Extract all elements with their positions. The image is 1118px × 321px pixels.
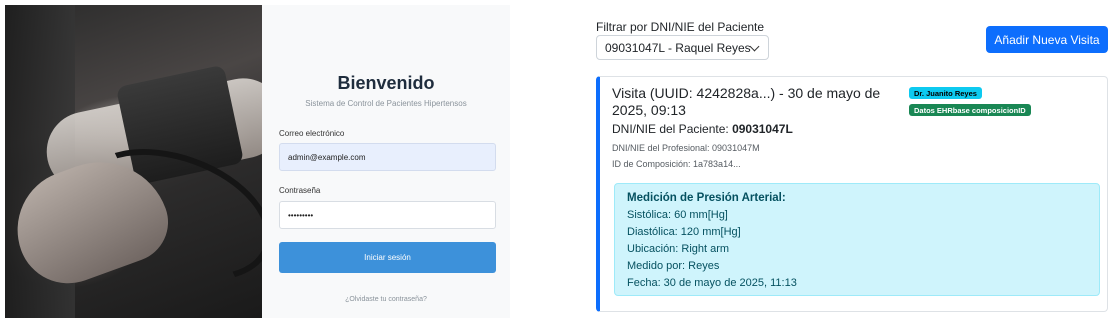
patient-dni: DNI/NIE del Paciente: 09031047L [612,122,793,136]
measured-by-value: Medido por: Reyes [627,260,720,272]
login-title: Bienvenido [337,73,435,93]
app-root: Bienvenido Sistema de Control de Pacient… [0,0,1118,321]
blood-pressure-panel: Medición de Presión Arterial: Sistólica:… [614,183,1100,296]
patient-filter-label: Filtrar por DNI/NIE del Paciente [596,20,765,34]
patient-filter-value: 09031047L - Raquel Reyes [605,40,751,55]
login-button[interactable]: Iniciar sesión [279,242,496,273]
visit-title: Visita (UUID: 4242828a...) - 30 de mayo … [612,85,881,118]
patient-dni-value: 09031047L [732,122,793,136]
measurement-date: Fecha: 30 de mayo de 2025, 11:13 [627,277,797,289]
location-value: Ubicación: Right arm [627,243,730,255]
email-field[interactable]: admin@example.com [279,143,496,171]
patient-filter-select[interactable]: 09031047L - Raquel Reyes [596,35,769,60]
login-subtitle: Sistema de Control de Pacientes Hiperten… [305,99,467,108]
forgot-password-link[interactable]: ¿Olvidaste tu contraseña? [262,296,510,303]
professional-dni: DNI/NIE del Profesional: 09031047M [612,143,760,153]
composition-id: ID de Composición: 1a783a14... [612,159,741,169]
doctor-badge: Dr. Juanito Reyes [909,87,982,99]
visit-card: Visita (UUID: 4242828a...) - 30 de mayo … [596,76,1108,312]
blood-pressure-photo [5,5,262,318]
add-visit-button[interactable]: Añadir Nueva Visita [986,26,1108,53]
password-label: Contraseña [279,186,321,195]
password-field[interactable]: ••••••••• [279,201,496,229]
diastolic-value: Diastólica: 120 mm[Hg] [627,226,741,238]
email-label: Correo electrónico [279,129,345,138]
ehr-badge[interactable]: Datos EHRbase composicionID [909,104,1031,116]
patient-dni-label: DNI/NIE del Paciente: [612,122,729,136]
chevron-down-icon [749,41,760,52]
login-panel: Bienvenido Sistema de Control de Pacient… [262,5,510,318]
systolic-value: Sistólica: 60 mm[Hg] [627,209,728,221]
measurement-title: Medición de Presión Arterial: [627,192,786,204]
